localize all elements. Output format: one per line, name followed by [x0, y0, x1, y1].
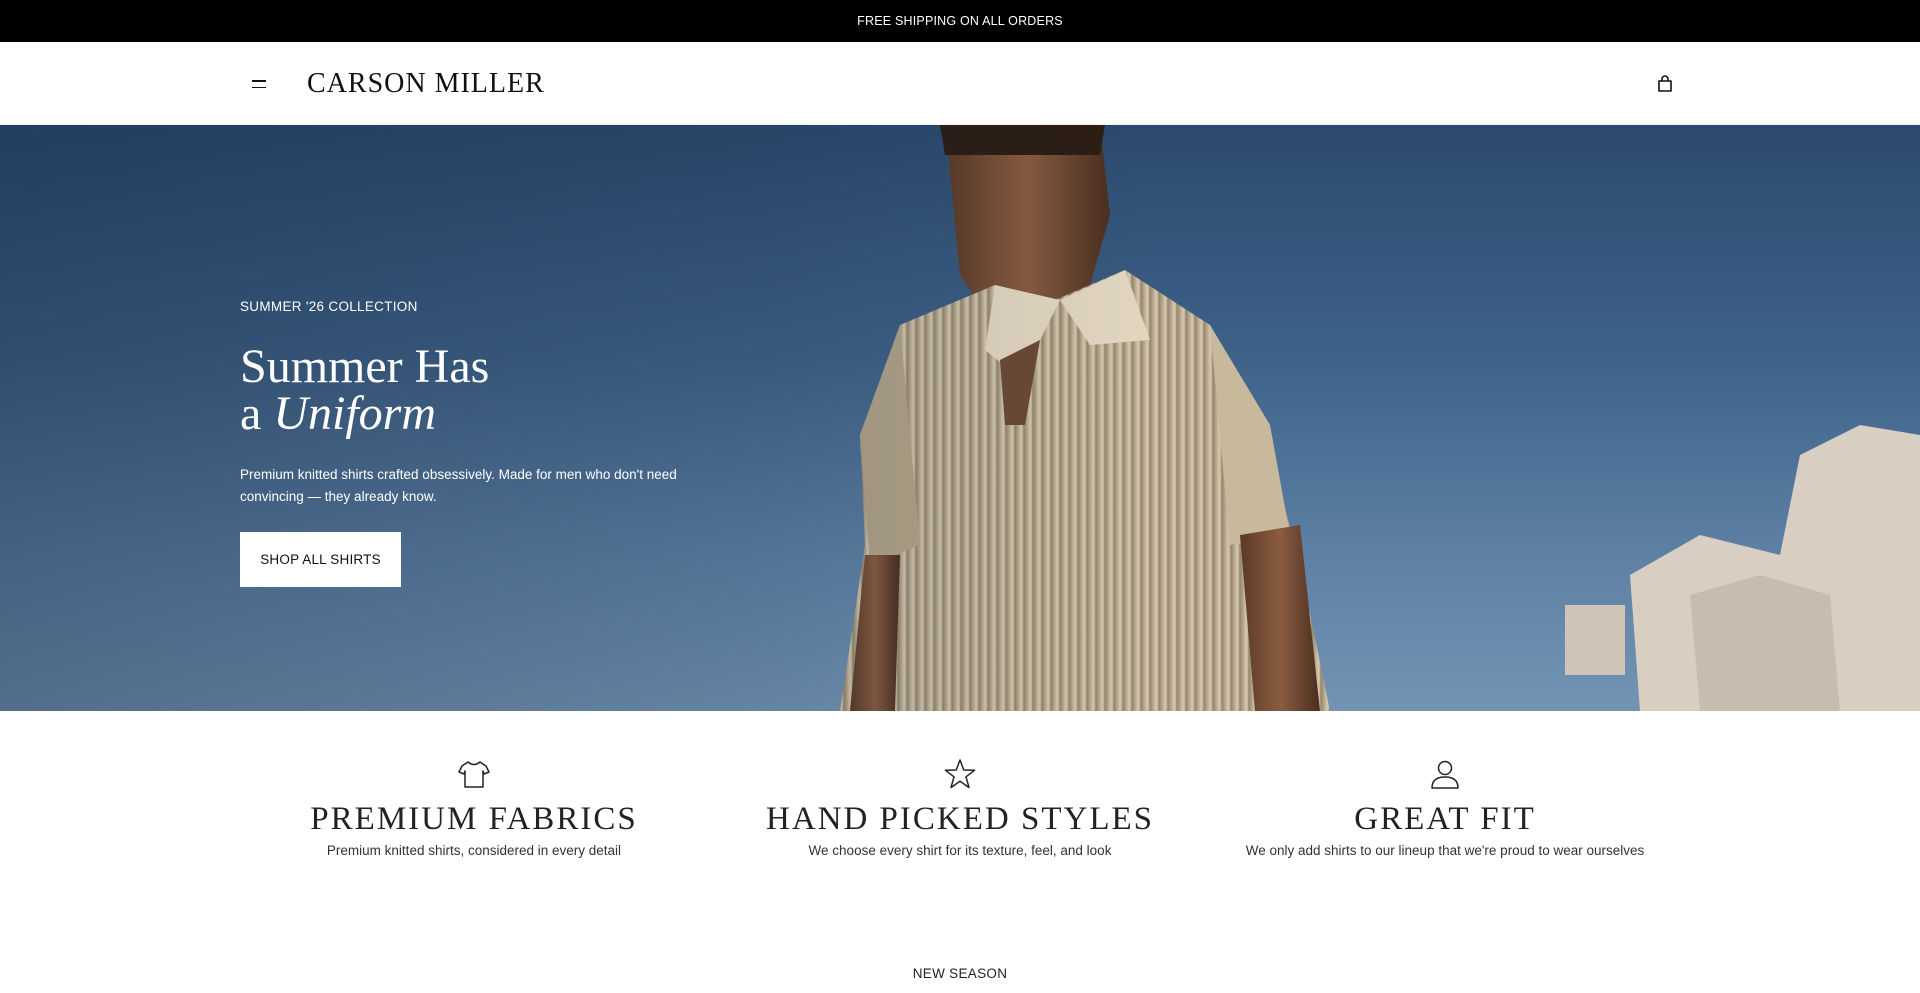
site-header: CARSON MILLER	[0, 42, 1920, 125]
hero-title-italic: Uniform	[273, 387, 436, 440]
person-icon	[1431, 760, 1459, 789]
feature-title: PREMIUM FABRICS	[310, 801, 638, 837]
feature-description: We choose every shirt for its texture, f…	[808, 843, 1112, 858]
hamburger-menu-icon[interactable]	[252, 74, 274, 94]
shopping-bag-icon[interactable]	[1654, 73, 1676, 95]
new-season-eyebrow: NEW SEASON	[912, 966, 1008, 981]
brand-logo[interactable]: CARSON MILLER	[307, 64, 545, 104]
hero-title-prefix: a	[240, 387, 262, 440]
feature-description: We only add shirts to our lineup that we…	[1245, 843, 1645, 858]
feature-hand-picked-styles: HAND PICKED STYLES We choose every shirt…	[720, 757, 1200, 858]
tshirt-icon	[458, 761, 490, 788]
feature-title: HAND PICKED STYLES	[765, 801, 1154, 837]
shop-all-shirts-button[interactable]: SHOP ALL SHIRTS	[240, 532, 401, 587]
announcement-bar: FREE SHIPPING ON ALL ORDERS	[0, 0, 1920, 42]
hero-eyebrow: SUMMER '26 COLLECTION	[240, 299, 418, 314]
hero-banner: SUMMER '26 COLLECTION Summer Has a Unifo…	[0, 125, 1920, 711]
feature-description: Premium knitted shirts, considered in ev…	[326, 843, 622, 858]
hero-title-line1: Summer Has	[240, 340, 490, 393]
star-icon	[944, 759, 976, 789]
announcement-text: FREE SHIPPING ON ALL ORDERS	[857, 14, 1063, 28]
feature-great-fit: GREAT FIT We only add shirts to our line…	[1205, 757, 1685, 858]
feature-premium-fabrics: PREMIUM FABRICS Premium knitted shirts, …	[234, 757, 714, 858]
hero-description: Premium knitted shirts crafted obsessive…	[240, 467, 677, 504]
feature-title: GREAT FIT	[1354, 801, 1536, 837]
hero-title: Summer Has a Uniform	[240, 340, 490, 440]
